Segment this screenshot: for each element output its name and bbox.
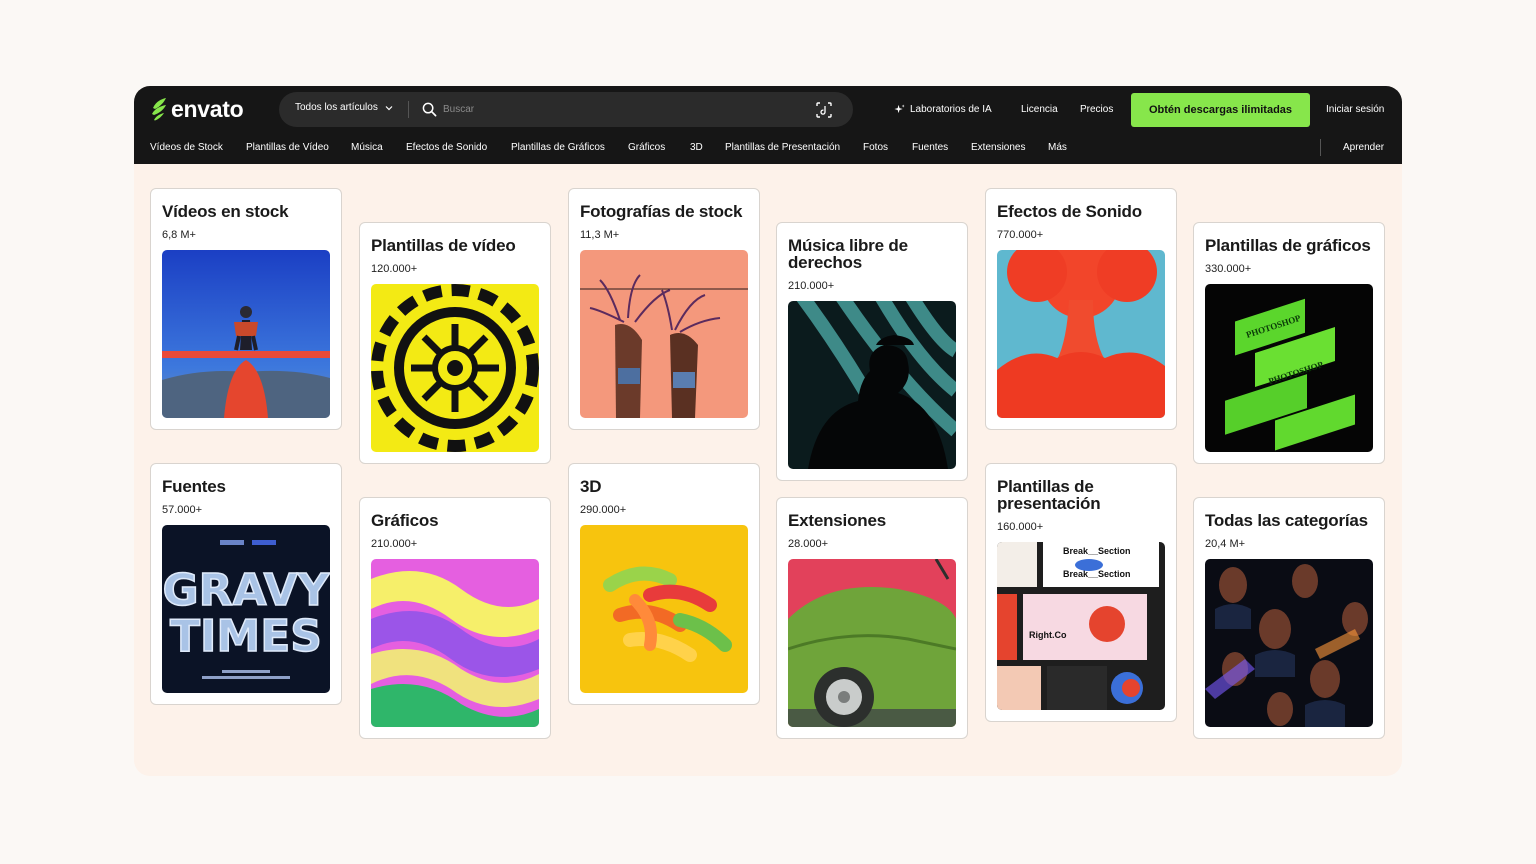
slide-text: Break__Section xyxy=(1063,546,1131,556)
header: envato Todos los artículos Buscar Labora… xyxy=(134,86,1402,164)
card-image xyxy=(162,250,330,418)
card-image: GRAVY TIMES xyxy=(162,525,330,693)
nav-presentation-templates[interactable]: Plantillas de Presentación xyxy=(725,142,840,153)
category-card-extensions[interactable]: Extensiones 28.000+ xyxy=(776,497,968,739)
envato-leaf-icon xyxy=(152,98,166,121)
ai-labs-link[interactable]: Laboratorios de IA xyxy=(894,104,992,115)
nav-video-templates[interactable]: Plantillas de Vídeo xyxy=(246,142,329,153)
nav-stock-video[interactable]: Vídeos de Stock xyxy=(150,142,223,153)
card-title: Música libre de derechos xyxy=(788,236,908,272)
card-count: 160.000+ xyxy=(997,521,1044,533)
login-link[interactable]: Iniciar sesión xyxy=(1326,104,1384,115)
card-count: 57.000+ xyxy=(162,504,203,516)
pricing-link[interactable]: Precios xyxy=(1080,104,1113,115)
category-nav: Vídeos de Stock Plantillas de Vídeo Músi… xyxy=(134,139,1402,163)
card-count: 11,3 M+ xyxy=(580,229,620,241)
nav-more[interactable]: Más xyxy=(1048,142,1067,153)
search-icon xyxy=(422,102,437,117)
card-image xyxy=(580,250,748,418)
card-title: Plantillas de vídeo xyxy=(371,236,516,255)
card-image xyxy=(371,284,539,452)
category-card-presentation-templates[interactable]: Plantillas de presentación 160.000+ Brea… xyxy=(985,463,1177,722)
search-category-label: Todos los artículos xyxy=(295,102,378,113)
card-title: 3D xyxy=(580,477,602,496)
category-card-3d[interactable]: 3D 290.000+ xyxy=(568,463,760,705)
card-image xyxy=(371,559,539,727)
nav-sound-effects[interactable]: Efectos de Sonido xyxy=(406,142,487,153)
nav-photos[interactable]: Fotos xyxy=(863,142,888,153)
envato-logo[interactable]: envato xyxy=(150,95,244,122)
card-image: Break__Section Break__Section Right.Co xyxy=(997,542,1165,710)
category-card-graphics[interactable]: Gráficos 210.000+ xyxy=(359,497,551,739)
nav-graphic-templates[interactable]: Plantillas de Gráficos xyxy=(511,142,605,153)
card-title: Extensiones xyxy=(788,511,886,530)
app-frame: envato Todos los artículos Buscar Labora… xyxy=(134,86,1402,776)
unlimited-downloads-button[interactable]: Obtén descargas ilimitadas xyxy=(1131,93,1310,127)
card-image: PHOTOSHOP PHOTOSHOP xyxy=(1205,284,1373,452)
card-image xyxy=(788,301,956,469)
card-title: Efectos de Sonido xyxy=(997,202,1142,221)
category-card-stock-video[interactable]: Vídeos en stock 6,8 M+ xyxy=(150,188,342,430)
chevron-down-icon xyxy=(385,105,393,110)
license-link[interactable]: Licencia xyxy=(1021,104,1058,115)
nav-graphics[interactable]: Gráficos xyxy=(628,142,665,153)
font-art-word: TIMES xyxy=(170,611,322,662)
search-category-dropdown[interactable]: Todos los artículos xyxy=(295,102,393,113)
category-card-sound-effects[interactable]: Efectos de Sonido 770.000+ xyxy=(985,188,1177,430)
card-count: 6,8 M+ xyxy=(162,229,196,241)
nav-learn[interactable]: Aprender xyxy=(1343,142,1384,153)
card-title: Todas las categorías xyxy=(1205,511,1368,530)
card-count: 210.000+ xyxy=(788,280,835,292)
nav-music[interactable]: Música xyxy=(351,142,383,153)
card-title: Fuentes xyxy=(162,477,226,496)
nav-fonts[interactable]: Fuentes xyxy=(912,142,948,153)
slide-text: Right.Co xyxy=(1029,630,1067,640)
category-card-stock-photos[interactable]: Fotografías de stock 11,3 M+ xyxy=(568,188,760,430)
card-count: 20,4 M+ xyxy=(1205,538,1246,550)
image-search-icon[interactable] xyxy=(816,102,832,118)
card-count: 120.000+ xyxy=(371,263,418,275)
card-image xyxy=(997,250,1165,418)
slide-text: Break__Section xyxy=(1063,569,1131,579)
card-count: 330.000+ xyxy=(1205,263,1252,275)
search-bar: Todos los artículos xyxy=(279,92,853,127)
category-card-fonts[interactable]: Fuentes 57.000+ GRAVY TIMES xyxy=(150,463,342,705)
nav-extensions[interactable]: Extensiones xyxy=(971,142,1025,153)
card-title: Plantillas de presentación xyxy=(997,477,1101,513)
category-card-graphic-templates[interactable]: Plantillas de gráficos 330.000+ PHOTOSHO… xyxy=(1193,222,1385,464)
search-divider xyxy=(408,101,409,118)
card-title: Gráficos xyxy=(371,511,439,530)
font-art-word: GRAVY xyxy=(163,565,330,616)
category-card-all-categories[interactable]: Todas las categorías 20,4 M+ xyxy=(1193,497,1385,739)
category-card-royalty-free-music[interactable]: Música libre de derechos 210.000+ xyxy=(776,222,968,481)
card-count: 28.000+ xyxy=(788,538,829,550)
ai-labs-label: Laboratorios de IA xyxy=(910,104,992,115)
card-count: 290.000+ xyxy=(580,504,627,516)
card-title: Vídeos en stock xyxy=(162,202,289,221)
search-input[interactable] xyxy=(443,100,803,119)
category-card-video-templates[interactable]: Plantillas de vídeo 120.000+ xyxy=(359,222,551,464)
logo-wordmark: envato xyxy=(171,95,244,122)
card-image xyxy=(580,525,748,693)
card-title: Fotografías de stock xyxy=(580,202,743,221)
card-image xyxy=(1205,559,1373,727)
card-image xyxy=(788,559,956,727)
nav-divider xyxy=(1320,139,1321,156)
card-title: Plantillas de gráficos xyxy=(1205,236,1371,255)
nav-3d[interactable]: 3D xyxy=(690,142,703,153)
card-count: 770.000+ xyxy=(997,229,1044,241)
sparkle-icon xyxy=(894,104,905,114)
card-count: 210.000+ xyxy=(371,538,418,550)
